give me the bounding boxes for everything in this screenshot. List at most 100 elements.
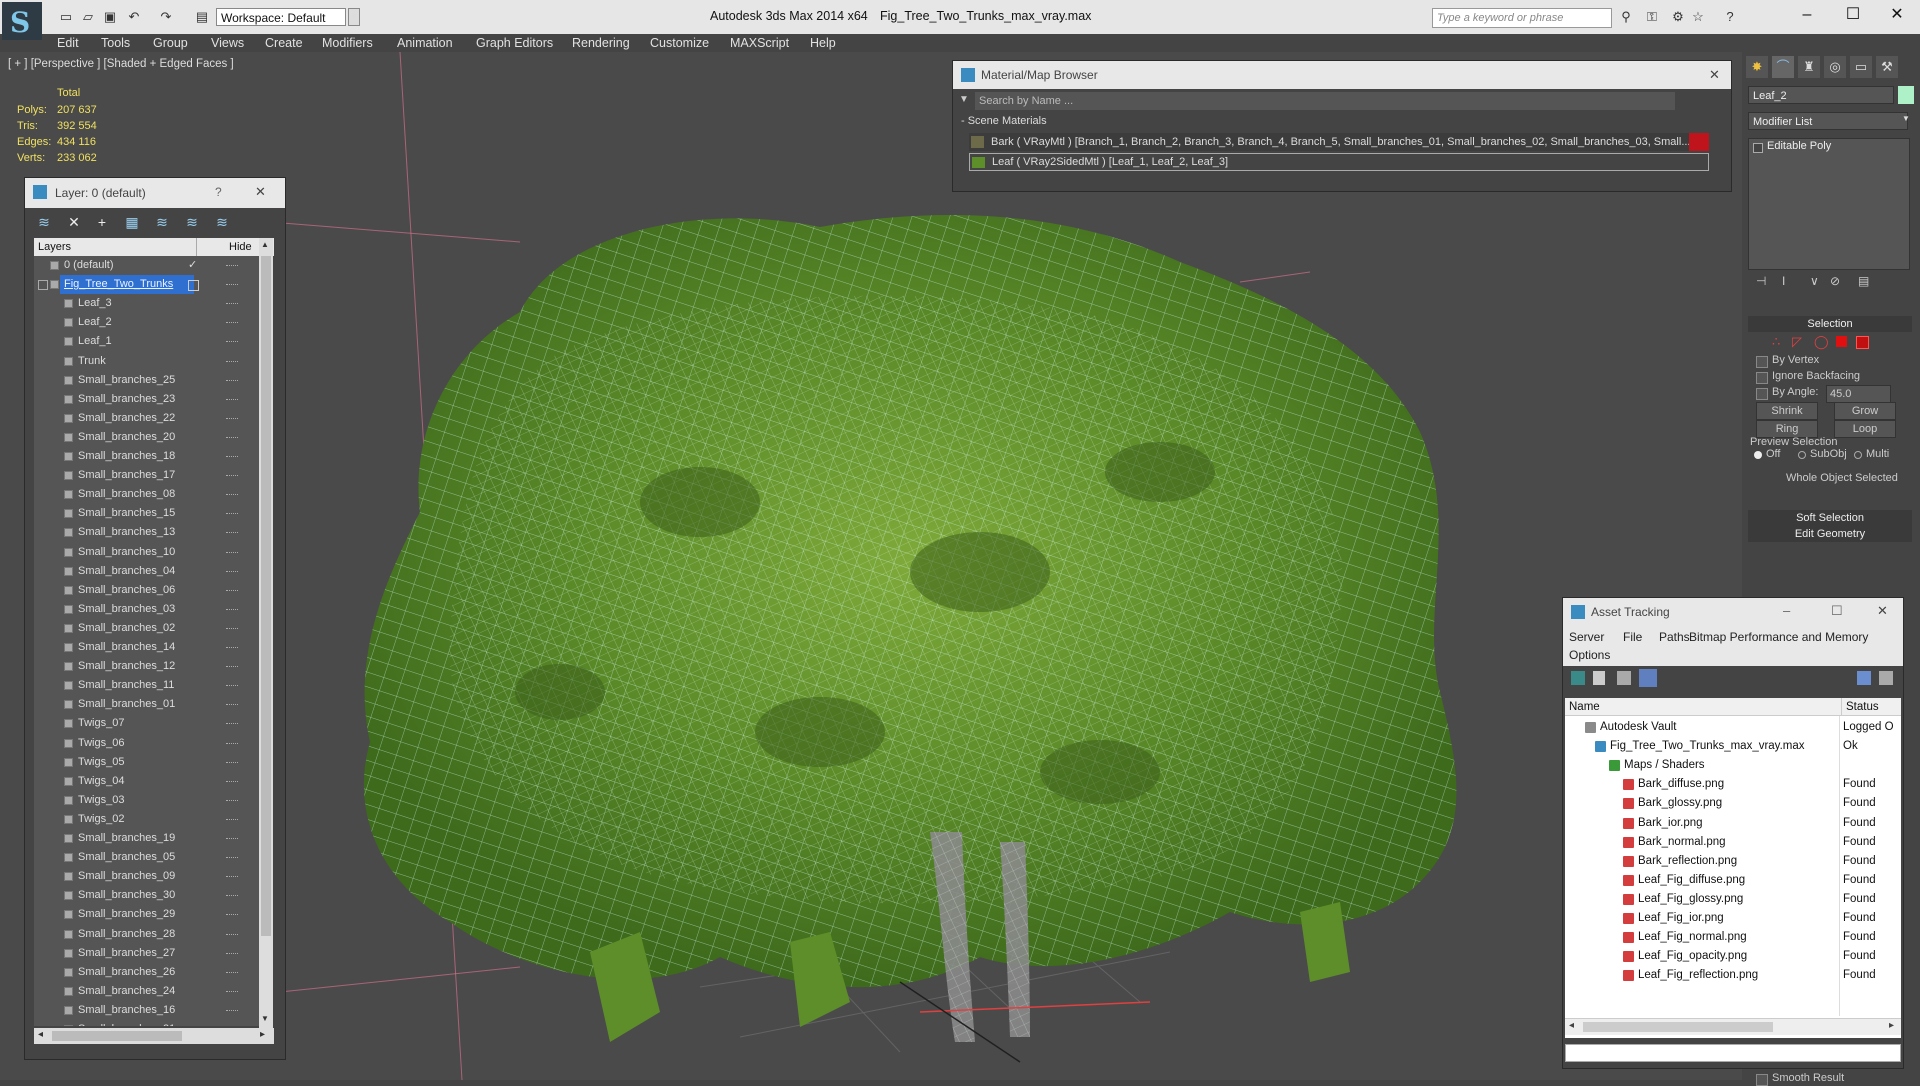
hide-all-icon[interactable]: ≋: [183, 213, 201, 231]
asset-row[interactable]: Leaf_Fig_diffuse.png Found: [1565, 871, 1901, 890]
hide-toggle[interactable]: [226, 360, 238, 363]
hide-toggle[interactable]: [226, 818, 238, 821]
layers-scroll-thumb[interactable]: [261, 256, 271, 936]
redo-icon[interactable]: ↷: [158, 9, 174, 24]
asset-row[interactable]: Maps / Shaders: [1565, 756, 1901, 775]
asset-menu-bitmap-performance[interactable]: Bitmap Performance and Memory: [1689, 630, 1868, 644]
hide-toggle[interactable]: [226, 876, 238, 878]
asset-row[interactable]: Leaf_Fig_reflection.png Found: [1565, 966, 1901, 985]
layer-row[interactable]: Small_branches_22: [34, 409, 259, 428]
layer-help-button[interactable]: ?: [215, 185, 222, 199]
freeze-all-icon[interactable]: ≋: [213, 213, 231, 231]
layer-row[interactable]: Small_branches_11: [34, 676, 259, 695]
grow-button[interactable]: Grow: [1834, 402, 1896, 420]
make-unique-icon[interactable]: ∨: [1810, 274, 1819, 288]
layer-row[interactable]: Small_branches_08: [34, 485, 259, 504]
hierarchy-tab-icon[interactable]: ♜: [1798, 56, 1820, 78]
table-view-icon[interactable]: [1639, 669, 1657, 687]
asset-horizontal-scrollbar[interactable]: ◂ ▸: [1565, 1018, 1901, 1035]
select-objects-icon[interactable]: ▦: [123, 213, 141, 231]
layer-row[interactable]: Twigs_04: [34, 772, 259, 791]
layer-row[interactable]: Small_branches_29: [34, 905, 259, 924]
polygon-mode-icon[interactable]: [1836, 336, 1847, 347]
layer-row[interactable]: Small_branches_09: [34, 867, 259, 886]
asset-table[interactable]: Name Status Autodesk Vault Logged O Fig_Tr…: [1565, 698, 1901, 1038]
layers-vertical-scrollbar[interactable]: ▲ ▼: [259, 238, 273, 1028]
add-to-layer-icon[interactable]: +: [93, 213, 111, 231]
layer-row[interactable]: Small_branches_21: [34, 1020, 259, 1026]
project-folder-icon[interactable]: ▤: [194, 9, 210, 24]
hide-toggle[interactable]: [226, 838, 238, 840]
hide-toggle[interactable]: [226, 436, 238, 439]
asset-close-button[interactable]: ✕: [1877, 603, 1888, 619]
layer-row[interactable]: Small_branches_15: [34, 504, 259, 523]
maximize-button[interactable]: ☐: [1830, 2, 1876, 28]
layers-horizontal-scrollbar[interactable]: ◂ ▸: [34, 1028, 274, 1044]
hide-toggle[interactable]: [226, 513, 238, 515]
hide-toggle[interactable]: [226, 1009, 238, 1012]
workspace-dropdown-arrow-icon[interactable]: ▼: [348, 8, 360, 26]
layer-row[interactable]: Small_branches_28: [34, 925, 259, 944]
layer-row[interactable]: Small_branches_18: [34, 447, 259, 466]
favorites-star-icon[interactable]: ☆: [1690, 9, 1706, 24]
modify-tab-icon[interactable]: ⌒: [1772, 56, 1794, 78]
layer-row[interactable]: Small_branches_12: [34, 657, 259, 676]
modifier-list-dropdown[interactable]: Modifier List: [1748, 112, 1908, 130]
create-layer-icon[interactable]: ≋: [35, 213, 53, 231]
smooth-result-checkbox[interactable]: [1756, 1074, 1768, 1086]
asset-row[interactable]: Autodesk Vault Logged O: [1565, 718, 1901, 737]
layer-row[interactable]: Small_branches_03: [34, 600, 259, 619]
show-end-result-icon[interactable]: Ι: [1782, 274, 1785, 288]
object-name-field[interactable]: Leaf_2: [1748, 86, 1894, 104]
layer-row[interactable]: Leaf_1: [34, 332, 259, 351]
hide-toggle[interactable]: [226, 379, 238, 382]
hide-toggle[interactable]: [226, 914, 238, 916]
asset-row[interactable]: Bark_reflection.png Found: [1565, 852, 1901, 871]
stack-item-editable-poly[interactable]: Editable Poly: [1767, 140, 1831, 152]
layer-row[interactable]: Small_branches_24: [34, 982, 259, 1001]
hide-toggle[interactable]: [226, 627, 238, 630]
by-vertex-checkbox[interactable]: [1756, 356, 1768, 368]
layer-row[interactable]: Small_branches_13: [34, 523, 259, 542]
asset-row[interactable]: Leaf_Fig_normal.png Found: [1565, 928, 1901, 947]
asset-row[interactable]: Leaf_Fig_ior.png Found: [1565, 909, 1901, 928]
hide-toggle[interactable]: [226, 933, 238, 936]
asset-row[interactable]: Fig_Tree_Two_Trunks_max_vray.max Ok: [1565, 737, 1901, 756]
asset-path-field[interactable]: [1565, 1044, 1901, 1062]
asset-settings-icon[interactable]: [1879, 671, 1893, 685]
layer-panel-titlebar[interactable]: Layer: 0 (default) ? ✕: [25, 178, 285, 208]
hide-toggle[interactable]: [226, 857, 238, 859]
minimize-button[interactable]: –: [1784, 2, 1830, 28]
preview-subobj-radio[interactable]: [1798, 451, 1806, 459]
asset-name-column-header[interactable]: Name: [1565, 698, 1841, 716]
layer-row[interactable]: Small_branches_23: [34, 390, 259, 409]
hide-toggle[interactable]: [226, 666, 238, 668]
new-file-icon[interactable]: ▭: [58, 9, 74, 24]
modifier-stack[interactable]: Editable Poly: [1748, 138, 1910, 270]
hide-toggle[interactable]: [226, 532, 238, 534]
vertex-mode-icon[interactable]: ∴: [1772, 334, 1780, 350]
loop-button[interactable]: Loop: [1834, 420, 1896, 438]
open-file-icon[interactable]: ▱: [80, 9, 96, 24]
asset-row[interactable]: Leaf_Fig_opacity.png Found: [1565, 947, 1901, 966]
asset-row[interactable]: Leaf_Fig_glossy.png Found: [1565, 890, 1901, 909]
hide-toggle[interactable]: [226, 303, 238, 305]
app-logo-icon[interactable]: S: [2, 2, 42, 40]
layer-row[interactable]: Small_branches_10: [34, 543, 259, 562]
remove-modifier-icon[interactable]: ⊘: [1830, 274, 1840, 288]
layer-row[interactable]: Small_branches_06: [34, 581, 259, 600]
layer-row[interactable]: Small_branches_26: [34, 963, 259, 982]
hide-toggle[interactable]: [226, 895, 238, 897]
hide-column-header[interactable]: Hide: [229, 241, 252, 253]
highlight-layer-icon[interactable]: ≋: [153, 213, 171, 231]
hide-toggle[interactable]: [226, 952, 238, 955]
border-mode-icon[interactable]: ◯: [1814, 334, 1829, 350]
by-angle-checkbox[interactable]: [1756, 388, 1768, 400]
hide-toggle[interactable]: [226, 685, 238, 687]
selection-rollout-title[interactable]: Selection: [1748, 316, 1912, 332]
layer-row[interactable]: Twigs_05: [34, 753, 259, 772]
layer-row[interactable]: Small_branches_01: [34, 695, 259, 714]
asset-maximize-button[interactable]: ☐: [1831, 603, 1843, 619]
layer-row[interactable]: Leaf_3: [34, 294, 259, 313]
layer-row[interactable]: Small_branches_20: [34, 428, 259, 447]
